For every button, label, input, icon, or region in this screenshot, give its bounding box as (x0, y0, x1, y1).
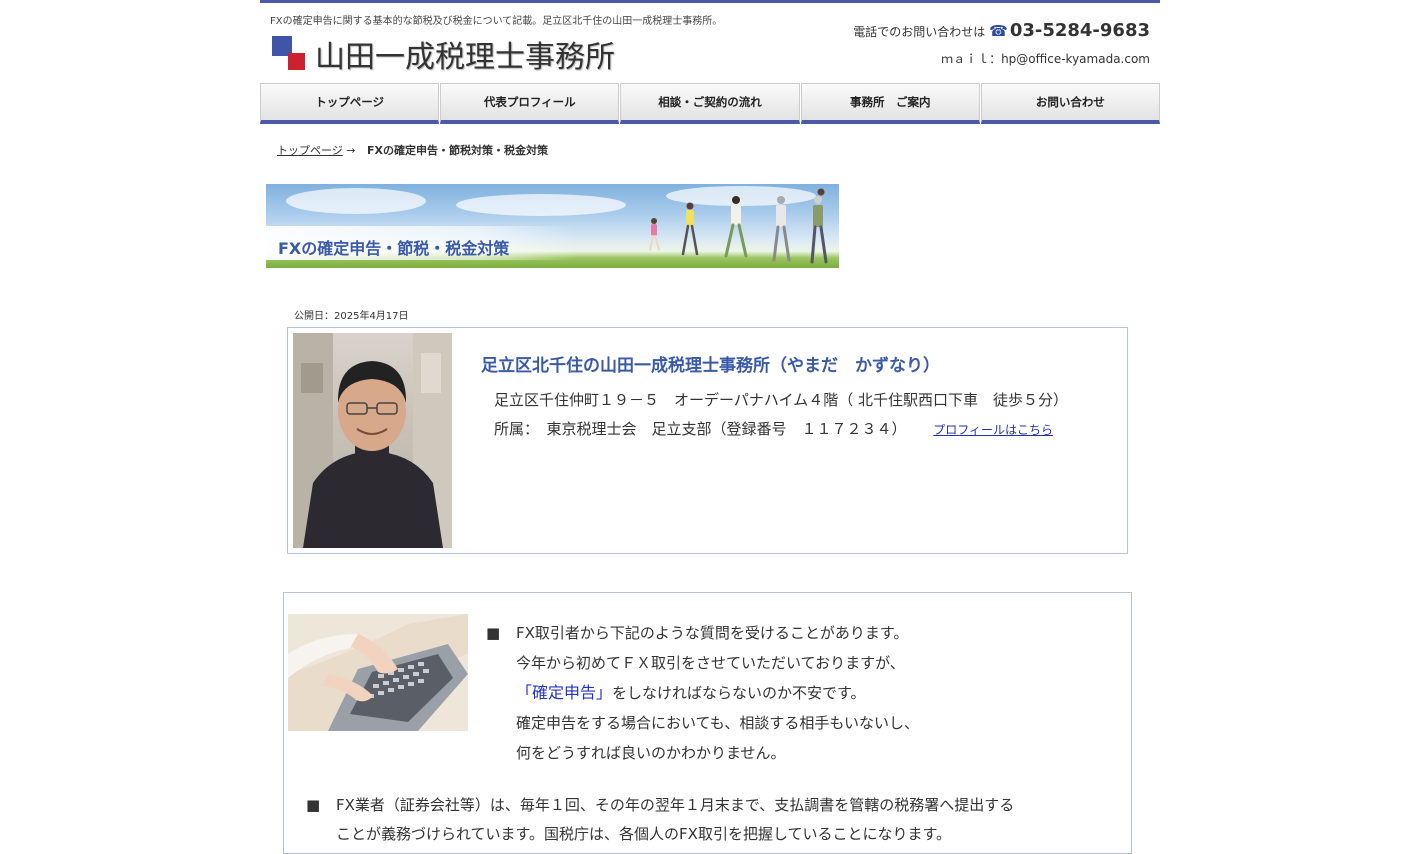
question-line: 確定申告をする場合においても、相談する相手もいないし、 (516, 714, 920, 732)
question-line: 何をどうすれば良いのかわかりません。 (516, 744, 786, 762)
global-nav: トップページ 代表プロフィール 相談・ご契約の流れ 事務所 ご案内 お問い合わせ (260, 83, 1161, 124)
content-box: ■ FX取引者から下記のような質問を受けることがあります。 今年から初めてＦＸ取引… (283, 592, 1132, 854)
banner-cloud (456, 194, 626, 216)
laptop-photo-illustration (288, 614, 468, 731)
breadcrumb-arrow: → (346, 144, 356, 157)
bullet-icon: ■ (306, 796, 321, 814)
question-line: ■ FX取引者から下記のような質問を受けることがあります。 (486, 618, 919, 648)
profile-photo (293, 333, 452, 548)
bullet-icon: ■ (486, 624, 501, 642)
breadcrumb-home-link[interactable]: トップページ (277, 144, 343, 157)
paragraph-line: ことが義務づけられています。国税庁は、各個人のFX取引を把握していることになりま… (336, 825, 952, 843)
profile-box: 足立区北千住の山田一成税理士事務所（やまだ かずなり） 足立区千住仲町１９－５ … (287, 327, 1128, 554)
nav-item-office[interactable]: 事務所 ご案内 (800, 83, 980, 124)
nav-item-flow[interactable]: 相談・ご契約の流れ (620, 83, 800, 124)
question-list: ■ FX取引者から下記のような質問を受けることがあります。 今年から初めてＦＸ取引… (486, 618, 919, 768)
site-title[interactable]: 山田一成税理士事務所 (315, 32, 615, 76)
profile-link[interactable]: プロフィールはこちら (933, 423, 1053, 437)
profile-photo-illustration (293, 333, 452, 548)
paragraph-line: ■ FX業者（証券会社等）は、毎年１回、その年の翌年１月末まで、支払調書を管轄の税… (306, 791, 1014, 820)
top-accent-bar (260, 0, 1160, 3)
question-line: 今年から初めてＦＸ取引をさせていただいておりますが、 (516, 654, 905, 672)
logo-icon[interactable] (272, 36, 306, 70)
breadcrumb: トップページ → FXの確定申告・節税対策・税金対策 (277, 142, 548, 158)
site-tagline: FXの確定申告に関する基本的な節税及び税金について記載。足立区北千住の山田一成税… (270, 16, 723, 27)
banner-title: FXの確定申告・節税・税金対策 (278, 239, 510, 258)
profile-name: 足立区北千住の山田一成税理士事務所（やまだ かずなり） (481, 356, 940, 376)
mail-address: ｍａｉｌ：hp@office-kyamada.com (941, 52, 1150, 66)
paragraph-fx-reporting: ■ FX業者（証券会社等）は、毎年１回、その年の翌年１月末まで、支払調書を管轄の税… (306, 791, 1014, 849)
paragraph-text: FX業者（証券会社等）は、毎年１回、その年の翌年１月末まで、支払調書を管轄の税務… (336, 796, 1015, 814)
banner-cloud (286, 188, 426, 214)
question-line: 「確定申告」をしなければならないのか不安です。 (486, 678, 919, 708)
banner-family-illustration (649, 188, 828, 264)
profile-address: 足立区千住仲町１９－５ オーデーパナハイム４階（ 北千住駅西口下車 徒歩５分） (494, 391, 1069, 409)
nav-item-top[interactable]: トップページ (260, 83, 440, 124)
nav-item-contact[interactable]: お問い合わせ (980, 83, 1161, 124)
page-container: FXの確定申告に関する基本的な節税及び税金について記載。足立区北千住の山田一成税… (260, 0, 1161, 854)
logo-red-square (288, 53, 305, 70)
profile-affiliation: 所属： 東京税理士会 足立支部（登録番号 １１７２３４） (494, 420, 907, 438)
highlight-text: 「確定申告」 (516, 683, 613, 702)
breadcrumb-current: FXの確定申告・節税対策・税金対策 (367, 144, 548, 157)
profile-affiliation-row: 所属： 東京税理士会 足立支部（登録番号 １１７２３４） プロフィールはこちら (494, 418, 1053, 439)
phone-number: 03-5284-9683 (1009, 20, 1150, 41)
phone-contact: 電話でのお問い合わせは ☎ 03-5284-9683 (853, 20, 1150, 41)
nav-item-profile[interactable]: 代表プロフィール (440, 83, 620, 124)
publish-date: 公開日：2025年4月17日 (294, 311, 409, 322)
question-text: FX取引者から下記のような質問を受けることがあります。 (516, 624, 909, 642)
laptop-photo (288, 614, 468, 731)
phone-icon: ☎ (989, 22, 1008, 40)
page-banner: FXの確定申告・節税・税金対策 (266, 184, 839, 268)
phone-label: 電話でのお問い合わせは (853, 25, 986, 39)
question-text: をしなければならないのか不安です。 (612, 684, 866, 702)
